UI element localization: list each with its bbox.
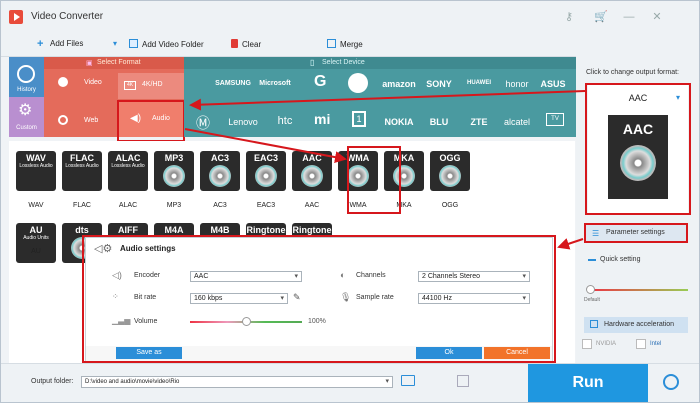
output-folder-label: Output folder: [31,378,74,385]
annotation-arrows [184,90,586,250]
arrow-to-audio [189,90,586,111]
arrow-to-aac [184,128,347,164]
output-folder-icon[interactable] [457,375,469,387]
bottom-bar: Output folder: D:\video and audio\movie\… [1,363,699,402]
arrow-to-settings [557,238,584,250]
run-button[interactable]: Run [528,364,648,402]
video-converter-window: Video Converter ⚷ 🛒 — ✕ + Add Files ▾ Add… [0,0,700,403]
alarm-clock-icon[interactable] [663,374,679,390]
output-folder-path-select[interactable]: D:\video and audio\movie\video\Rio [81,376,393,388]
open-folder-icon[interactable] [401,375,415,386]
